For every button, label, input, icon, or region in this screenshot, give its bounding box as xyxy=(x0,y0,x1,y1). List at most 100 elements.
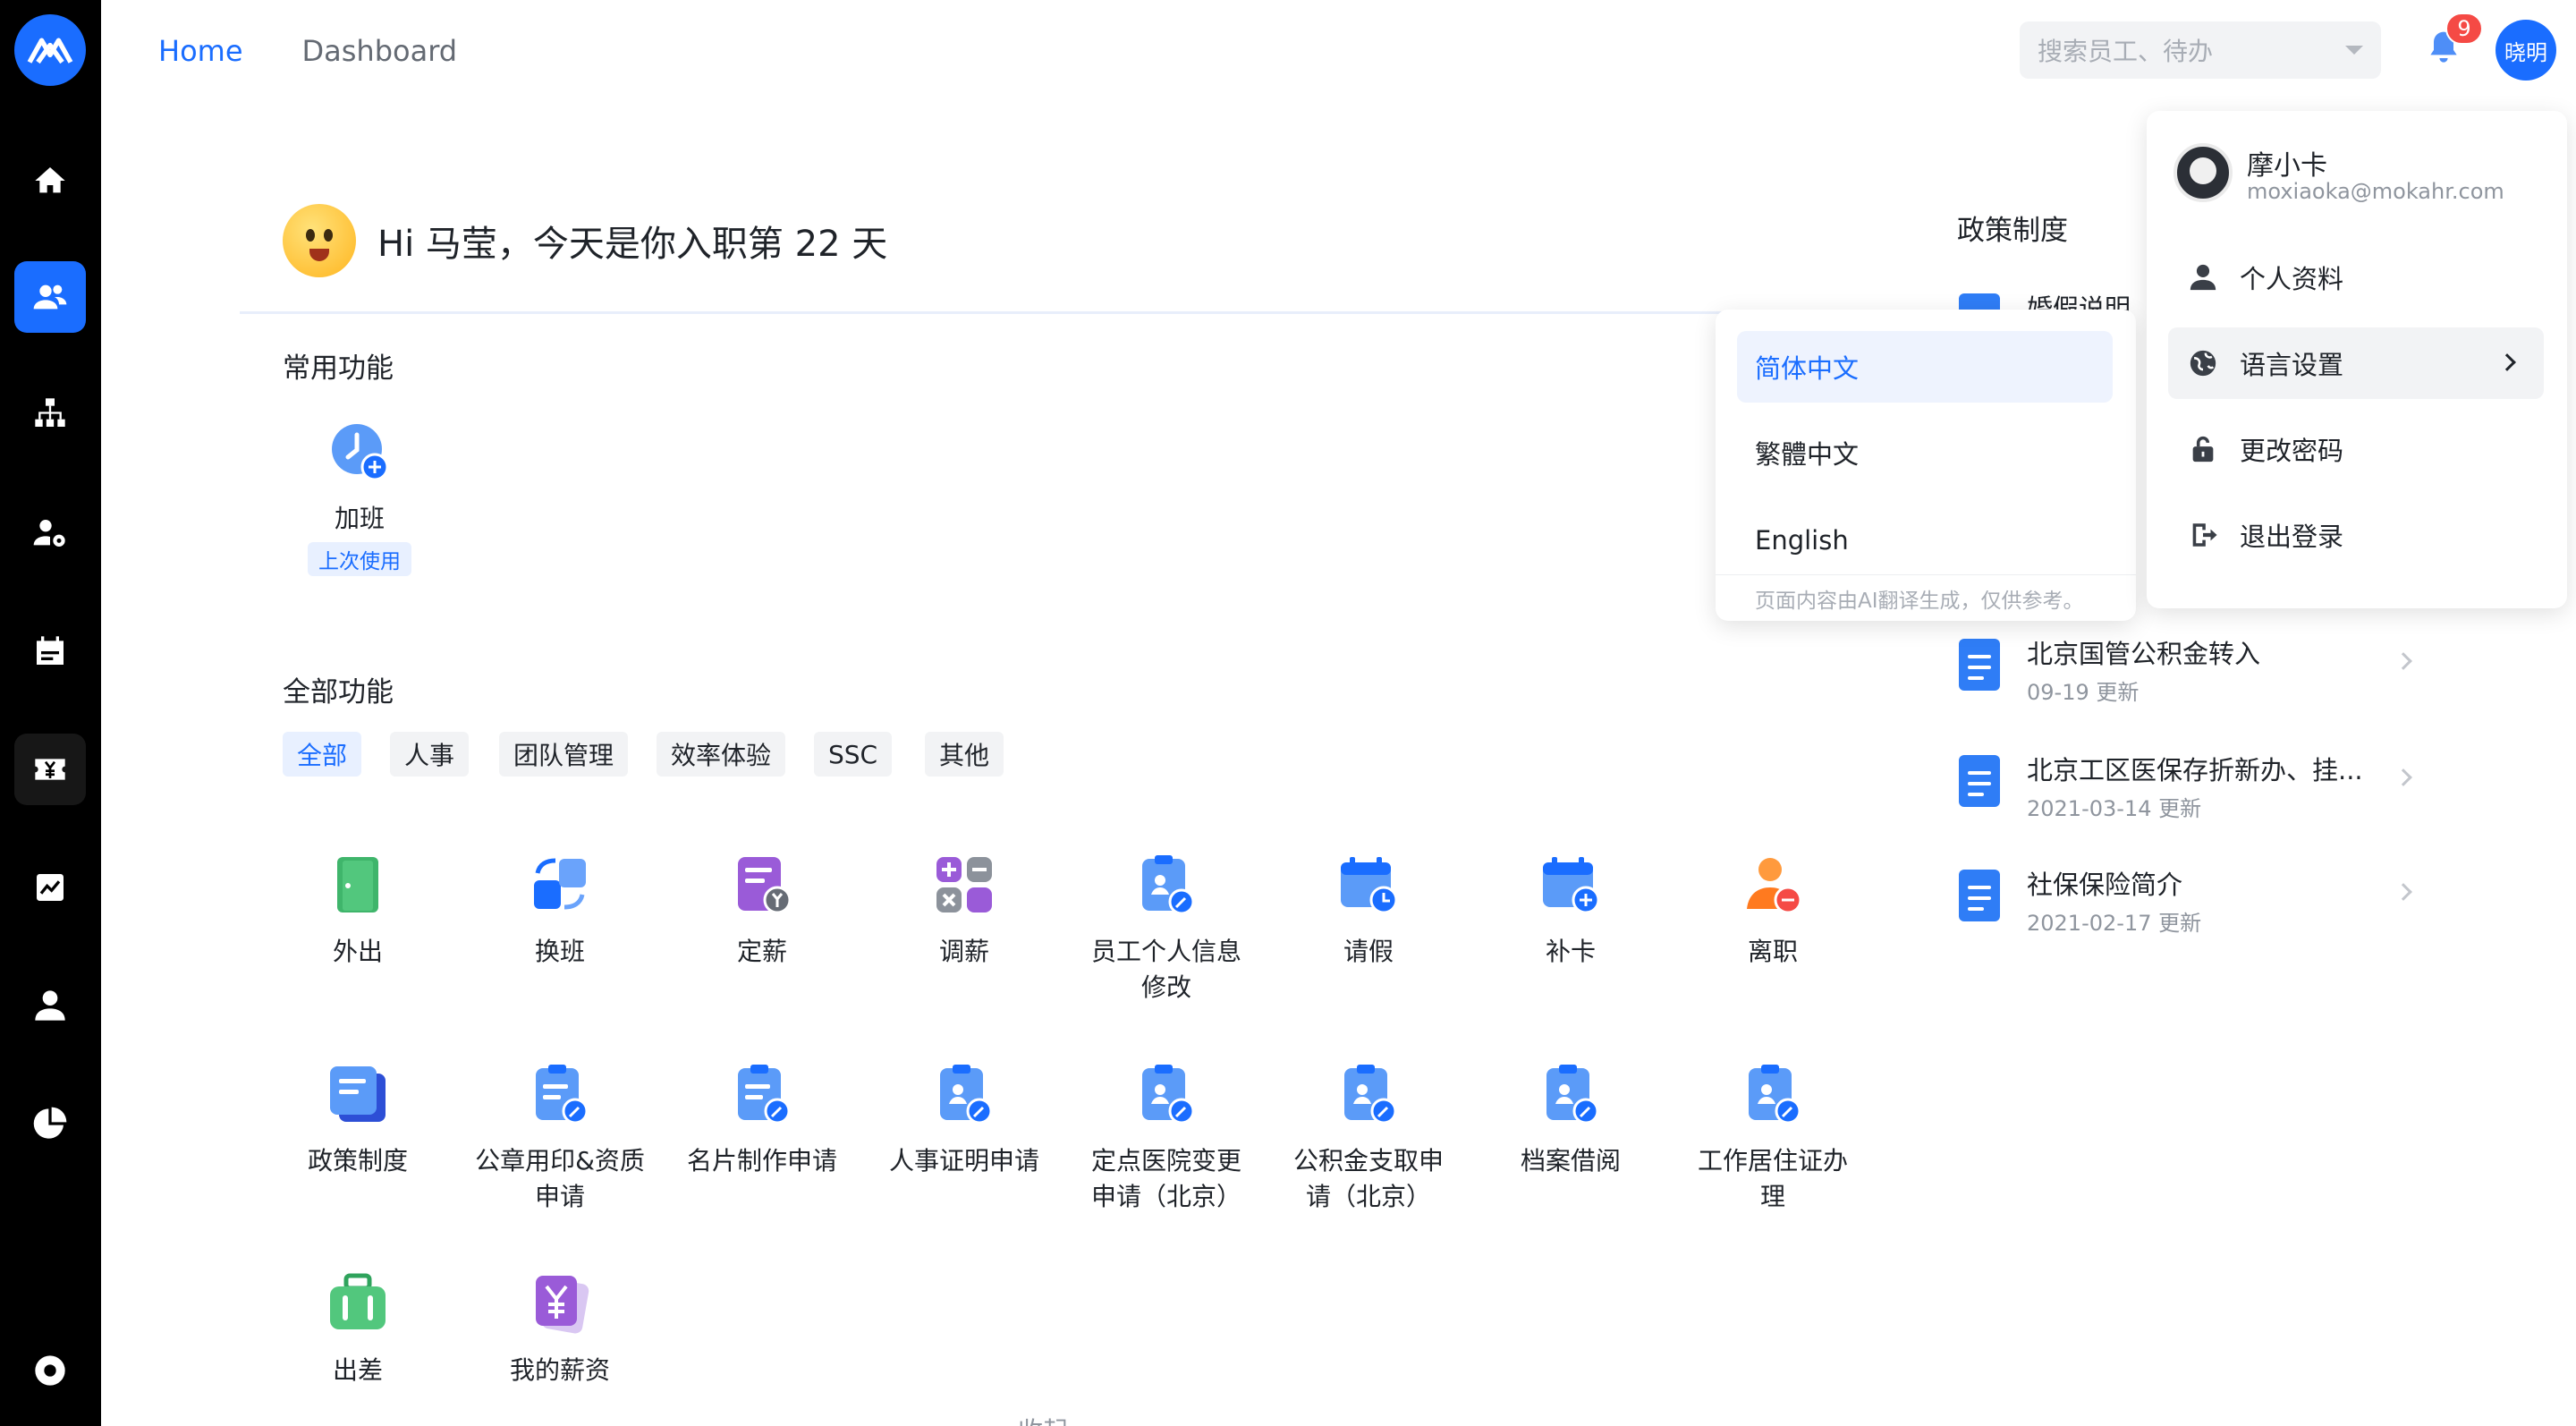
door-icon xyxy=(326,853,389,916)
fn-label: 员工个人信息修改 xyxy=(1090,937,1241,1002)
language-option-traditional-chinese[interactable]: 繁體中文 xyxy=(1737,417,2113,488)
last-used-tag: 上次使用 xyxy=(308,542,411,576)
greeting-text: Hi 马莹，今天是你入职第 22 天 xyxy=(377,224,888,265)
chevron-right-icon xyxy=(2394,768,2412,786)
side-rail xyxy=(0,0,101,1426)
fn-label: 定点医院变更申请（北京） xyxy=(1090,1146,1241,1211)
category-hr[interactable]: 人事 xyxy=(390,732,470,777)
settings-icon xyxy=(35,1355,65,1386)
category-efficiency[interactable]: 效率体验 xyxy=(657,732,786,777)
nav-user-settings[interactable] xyxy=(14,497,86,569)
fn-archive-borrow[interactable]: 档案借阅 xyxy=(1486,1063,1656,1179)
fn-overtime[interactable]: 加班 上次使用 xyxy=(275,420,445,576)
document-icon xyxy=(1959,639,2000,691)
fn-label: 公章用印&资质申请 xyxy=(475,1146,645,1211)
calendar-clock-icon xyxy=(1337,853,1400,916)
category-all[interactable]: 全部 xyxy=(283,732,362,777)
collapse-label: 收起 xyxy=(1018,1416,1068,1426)
user-avatar[interactable]: 晓明 xyxy=(2496,20,2556,81)
fn-shift-swap[interactable]: 换班 xyxy=(475,853,645,970)
tab-home[interactable]: Home xyxy=(158,34,243,68)
calendar-icon xyxy=(37,636,64,665)
globe-icon xyxy=(2190,350,2216,377)
nav-org[interactable] xyxy=(14,378,86,449)
fn-label: 公积金支取申请（北京） xyxy=(1292,1146,1444,1211)
fn-label: 政策制度 xyxy=(307,1146,408,1176)
nav-people[interactable] xyxy=(14,261,86,333)
policy-doc-item[interactable]: 社保保险简介 2021-02-17 更新 xyxy=(1959,864,2424,954)
fn-resign[interactable]: 离职 xyxy=(1688,853,1858,970)
id-edit-icon xyxy=(1539,1063,1602,1125)
fn-leave[interactable]: 请假 xyxy=(1284,853,1453,970)
fn-go-out[interactable]: 外出 xyxy=(273,853,443,970)
nav-calendar[interactable] xyxy=(14,615,86,687)
divider xyxy=(1716,574,2136,575)
tab-dashboard[interactable]: Dashboard xyxy=(302,34,458,68)
moka-logo-icon xyxy=(27,38,73,64)
policy-doc-item[interactable]: 北京国管公积金转入 09-19 更新 xyxy=(1959,633,2424,723)
category-ssc[interactable]: SSC xyxy=(814,732,893,777)
category-other[interactable]: 其他 xyxy=(925,732,1004,777)
menu-change-password[interactable]: 更改密码 xyxy=(2168,413,2544,485)
id-edit-icon xyxy=(933,1063,996,1125)
doc-title: 社保保险简介 xyxy=(2027,870,2183,900)
fn-residence-permit[interactable]: 工作居住证办理 xyxy=(1688,1063,1858,1215)
doc-title: 北京国管公积金转入 xyxy=(2027,639,2261,669)
nav-home[interactable] xyxy=(14,145,86,216)
lock-icon xyxy=(2192,436,2214,463)
swap-icon xyxy=(529,853,591,916)
menu-profile[interactable]: 个人资料 xyxy=(2168,242,2544,313)
fn-seal-request[interactable]: 公章用印&资质申请 xyxy=(475,1063,645,1215)
fn-clock-correction[interactable]: 补卡 xyxy=(1486,853,1656,970)
yen-ticket-icon xyxy=(35,759,65,780)
document-icon xyxy=(1959,755,2000,807)
clock-plus-icon xyxy=(328,420,391,483)
fn-label: 我的薪资 xyxy=(509,1355,610,1385)
collapse-button[interactable]: 收起 xyxy=(1018,1412,1068,1426)
nav-analytics[interactable] xyxy=(14,1088,86,1159)
doc-date: 2021-02-17 更新 xyxy=(2027,911,2202,936)
fn-salary-adjust[interactable]: 调薪 xyxy=(879,853,1049,970)
fn-label: 档案借阅 xyxy=(1520,1146,1621,1176)
chevron-right-icon xyxy=(2394,883,2412,901)
fn-salary-set[interactable]: 定薪 xyxy=(677,853,847,970)
nav-profile[interactable] xyxy=(14,970,86,1041)
common-functions-title: 常用功能 xyxy=(283,352,394,385)
fn-my-salary[interactable]: 我的薪资 xyxy=(475,1272,645,1388)
calendar-plus-icon xyxy=(1539,853,1602,916)
fn-fund-withdraw[interactable]: 公积金支取申请（北京） xyxy=(1284,1063,1453,1215)
language-option-simplified-chinese[interactable]: 简体中文 xyxy=(1737,331,2113,403)
fn-hospital-change[interactable]: 定点医院变更申请（北京） xyxy=(1081,1063,1251,1215)
fn-business-trip[interactable]: 出差 xyxy=(273,1272,443,1388)
user-email: moxiaoka@mokahr.com xyxy=(2247,179,2504,204)
fn-personal-info[interactable]: 员工个人信息修改 xyxy=(1081,853,1251,1006)
menu-logout[interactable]: 退出登录 xyxy=(2168,499,2544,571)
chart-board-icon xyxy=(37,874,64,901)
search-box[interactable]: 搜索员工、待办 xyxy=(2020,21,2381,79)
fn-label: 加班 xyxy=(334,504,385,533)
nav-payroll[interactable] xyxy=(14,734,86,805)
org-chart-icon xyxy=(35,398,65,427)
top-nav: Home Dashboard xyxy=(158,34,457,68)
fn-label: 名片制作申请 xyxy=(686,1146,837,1176)
fn-policy[interactable]: 政策制度 xyxy=(273,1063,443,1179)
doc-date: 2021-03-14 更新 xyxy=(2027,796,2202,821)
fn-label: 请假 xyxy=(1343,937,1394,966)
chevron-right-icon xyxy=(2394,652,2412,670)
menu-label: 语言设置 xyxy=(2240,350,2344,380)
category-team[interactable]: 团队管理 xyxy=(499,732,629,777)
translation-note: 页面内容由AI翻译生成，仅供参考。 xyxy=(1755,590,2084,613)
fn-hr-certificate[interactable]: 人事证明申请 xyxy=(879,1063,1049,1179)
nav-settings[interactable] xyxy=(14,1335,86,1406)
fn-business-card[interactable]: 名片制作申请 xyxy=(677,1063,847,1179)
yen-card-icon xyxy=(529,1272,591,1335)
policy-doc-item[interactable]: 北京工区医保存折新办、挂... 2021-03-14 更新 xyxy=(1959,750,2424,839)
user-gear-icon xyxy=(33,520,65,547)
search-placeholder: 搜索员工、待办 xyxy=(2038,37,2214,66)
app-logo[interactable] xyxy=(14,14,86,86)
nav-reports[interactable] xyxy=(14,852,86,923)
language-option-english[interactable]: English xyxy=(1737,505,2113,576)
notification-badge: 9 xyxy=(2445,13,2483,45)
pie-chart-icon xyxy=(33,1107,67,1139)
menu-language[interactable]: 语言设置 xyxy=(2168,327,2544,399)
